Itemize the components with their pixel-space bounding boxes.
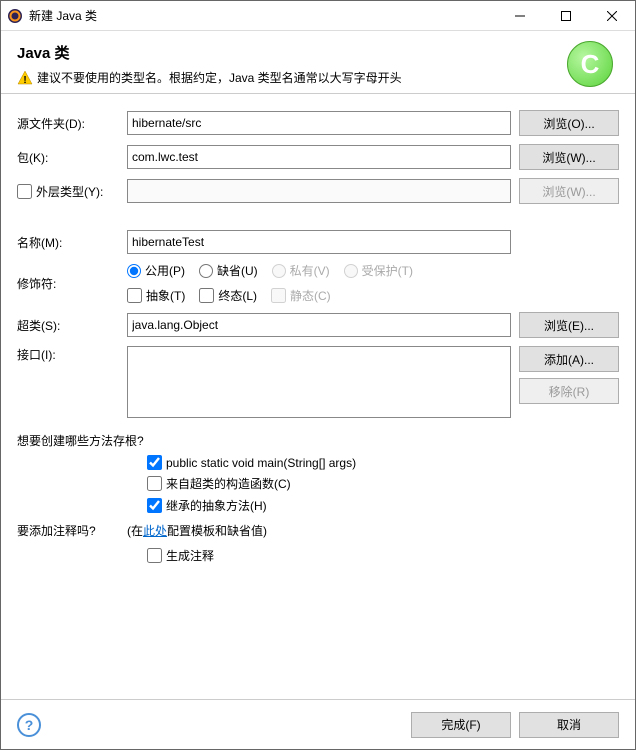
final-checkbox[interactable]	[199, 288, 214, 303]
generate-comments-checkbox[interactable]	[147, 548, 162, 563]
content-area: 源文件夹(D): 浏览(O)... 包(K): 浏览(W)... 外层类型(Y)…	[1, 94, 635, 699]
package-input[interactable]	[127, 145, 511, 169]
private-radio	[272, 264, 286, 278]
public-radio[interactable]	[127, 264, 141, 278]
enclosing-type-label: 外层类型(Y):	[36, 183, 103, 200]
main-method-checkbox[interactable]	[147, 455, 162, 470]
warning-icon: !	[17, 70, 33, 86]
super-constructor-checkbox[interactable]	[147, 476, 162, 491]
warning-message: ! 建议不要使用的类型名。根据约定，Java 类型名通常以大写字母开头	[17, 69, 567, 86]
superclass-label: 超类(S):	[17, 317, 127, 334]
package-label: 包(K):	[17, 149, 127, 166]
dialog-window: 新建 Java 类 Java 类 ! 建议不要使用的类型名。根据约定，Java …	[0, 0, 636, 750]
comments-question: 要添加注释吗?	[17, 522, 127, 539]
interfaces-list[interactable]	[127, 346, 511, 418]
eclipse-icon	[7, 8, 23, 24]
help-icon[interactable]: ?	[17, 713, 41, 737]
source-folder-input[interactable]	[127, 111, 511, 135]
abstract-checkbox[interactable]	[127, 288, 142, 303]
browse-package-button[interactable]: 浏览(W)...	[519, 144, 619, 170]
enclosing-type-input	[127, 179, 511, 203]
enclosing-type-checkbox[interactable]	[17, 184, 32, 199]
configure-templates-link[interactable]: 此处	[143, 524, 167, 538]
header-title: Java 类	[17, 42, 567, 63]
browse-superclass-button[interactable]: 浏览(E)...	[519, 312, 619, 338]
modifiers-label: 修饰符:	[17, 275, 127, 292]
default-radio[interactable]	[199, 264, 213, 278]
static-checkbox	[271, 288, 286, 303]
browse-enclosing-button: 浏览(W)...	[519, 178, 619, 204]
remove-interface-button: 移除(R)	[519, 378, 619, 404]
svg-text:!: !	[23, 75, 26, 86]
name-input[interactable]	[127, 230, 511, 254]
finish-button[interactable]: 完成(F)	[411, 712, 511, 738]
minimize-button[interactable]	[497, 1, 543, 31]
header-area: Java 类 ! 建议不要使用的类型名。根据约定，Java 类型名通常以大写字母…	[1, 31, 635, 94]
warning-text: 建议不要使用的类型名。根据约定，Java 类型名通常以大写字母开头	[37, 69, 402, 86]
superclass-input[interactable]	[127, 313, 511, 337]
class-badge-icon: C	[567, 41, 613, 87]
inherited-abstract-checkbox[interactable]	[147, 498, 162, 513]
close-button[interactable]	[589, 1, 635, 31]
stubs-question: 想要创建哪些方法存根?	[17, 432, 619, 449]
interfaces-label: 接口(I):	[17, 346, 127, 363]
maximize-button[interactable]	[543, 1, 589, 31]
window-title: 新建 Java 类	[29, 7, 497, 24]
protected-radio	[344, 264, 358, 278]
source-folder-label: 源文件夹(D):	[17, 115, 127, 132]
browse-source-button[interactable]: 浏览(O)...	[519, 110, 619, 136]
cancel-button[interactable]: 取消	[519, 712, 619, 738]
titlebar: 新建 Java 类	[1, 1, 635, 31]
add-interface-button[interactable]: 添加(A)...	[519, 346, 619, 372]
footer: ? 完成(F) 取消	[1, 699, 635, 749]
name-label: 名称(M):	[17, 234, 127, 251]
